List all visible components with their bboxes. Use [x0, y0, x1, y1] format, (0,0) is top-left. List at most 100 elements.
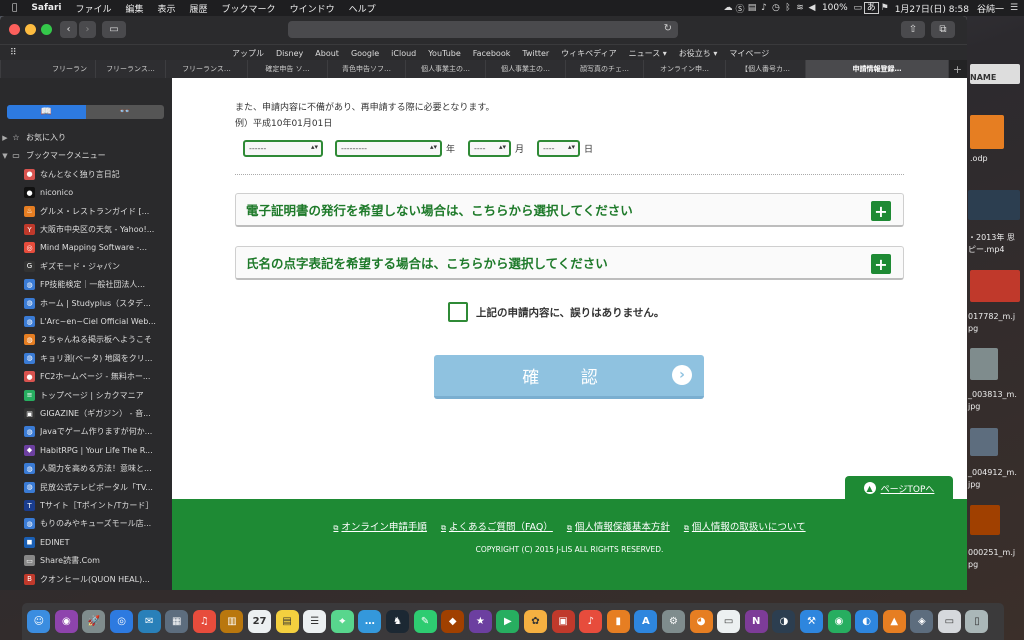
favorite-link[interactable]: ウィキペディア	[555, 48, 622, 59]
tab-7[interactable]: 顔写真のチェ…	[565, 60, 643, 78]
apple-menu[interactable]: 	[0, 3, 24, 13]
dock-messages-icon[interactable]: …	[358, 610, 382, 633]
bookmark-item[interactable]: ◍ ホーム | Studyplus（スタデ...	[0, 296, 172, 311]
share-button[interactable]: ⇧	[901, 21, 925, 38]
tabs-overview-button[interactable]: ⧉	[931, 21, 955, 38]
dock-facetime-icon[interactable]: ▶	[496, 610, 520, 633]
plus-icon[interactable]: +	[871, 254, 891, 274]
user-name[interactable]: 谷純一	[973, 2, 1008, 15]
bookmark-folder[interactable]: ▶ ☆ お気に入り	[0, 130, 172, 145]
braille-name-accordion[interactable]: 氏名の点字表記を希望する場合は、こちらから選択してください +	[235, 246, 904, 280]
dock-lion-icon[interactable]: ◆	[441, 610, 465, 633]
dock-music-icon[interactable]: ♫	[192, 610, 216, 633]
dock-launchpad-icon[interactable]: 🚀	[82, 610, 106, 633]
dock-reminders-icon[interactable]: ☰	[303, 610, 327, 633]
wifi-icon[interactable]: ≋	[794, 3, 806, 14]
bluetooth-icon[interactable]: ᛒ	[782, 3, 794, 14]
bookmark-item[interactable]: G ギズモード・ジャパン	[0, 259, 172, 274]
zoom-window-button[interactable]	[41, 24, 52, 35]
reload-icon[interactable]: ↻	[664, 23, 672, 34]
menu-item-bookmarks[interactable]: ブックマーク	[215, 2, 283, 15]
bookmark-item[interactable]: ◍ 民放公式テレビポータル「TV...	[0, 480, 172, 495]
tab-1[interactable]: フリーランス…	[95, 60, 165, 78]
clock[interactable]: 1月27日(日) 8:58	[891, 2, 973, 15]
list-icon[interactable]: ☰	[1008, 3, 1020, 14]
dock-trash-icon[interactable]: ▯	[965, 610, 989, 633]
bookmark-item[interactable]: ● FC2ホームページ - 無料ホー...	[0, 369, 172, 384]
bookmark-item[interactable]: ◆ HabitRPG | Your Life The R...	[0, 443, 172, 458]
new-tab-button[interactable]: +	[948, 60, 966, 78]
menu-item-file[interactable]: ファイル	[68, 2, 118, 15]
menu-item-window[interactable]: ウインドウ	[283, 2, 342, 15]
dock-chrome-icon[interactable]: ◉	[827, 610, 851, 633]
bookmark-item[interactable]: ◍ 人間力を高める方法！意味と...	[0, 461, 172, 476]
page-top-button[interactable]: ▲ ページTOPへ	[845, 476, 953, 500]
bookmark-item[interactable]: ◍ FP技能検定｜一般社団法人...	[0, 277, 172, 292]
desktop-thumb-2[interactable]	[970, 115, 1004, 149]
dock-photo-booth-icon[interactable]: ▣	[551, 610, 575, 633]
bell-icon[interactable]: ♪	[758, 3, 770, 14]
sidebar-toggle-button[interactable]: ▭	[102, 21, 126, 38]
dock-preview-icon[interactable]: ▦	[165, 610, 189, 633]
dock-finder-icon[interactable]: ☺	[27, 610, 51, 633]
dock-textedit-icon[interactable]: ▭	[717, 610, 741, 633]
tab-3[interactable]: 確定申告 ソ…	[247, 60, 327, 78]
tab-0[interactable]: フリーラン	[0, 60, 95, 78]
favorite-link[interactable]: Facebook	[467, 49, 517, 58]
dock-calendar-icon[interactable]: 27	[248, 610, 272, 633]
dock-evernote-icon[interactable]: ✎	[413, 610, 437, 633]
desktop-thumb-5[interactable]	[970, 348, 998, 380]
forward-button[interactable]: ›	[79, 21, 96, 38]
time-machine-icon[interactable]: ◷	[770, 3, 782, 14]
dock-notes-icon[interactable]: ▤	[275, 610, 299, 633]
bookmark-item[interactable]: Y 大阪市中央区の天気 - Yahoo!...	[0, 222, 172, 237]
favorite-link[interactable]: Google	[345, 49, 385, 58]
favorite-link[interactable]: Twitter	[516, 49, 555, 58]
dock-mail-bird-icon[interactable]: ✉	[137, 610, 161, 633]
day-select[interactable]: ---- ▴▾	[537, 140, 580, 157]
bookmark-folder[interactable]: ▼ ▭ ブックマークメニュー	[0, 148, 172, 163]
tab-10[interactable]: 申請情報登録…	[805, 60, 948, 78]
bookmark-item[interactable]: ◎ Mind Mapping Software -...	[0, 240, 172, 255]
confirm-checkbox-row[interactable]: 上記の申請内容に、誤りはありません。	[448, 302, 664, 322]
grid-icon[interactable]: ⠿	[10, 48, 17, 58]
bookmark-item[interactable]: ◼ EDINET	[0, 535, 172, 550]
menu-item-history[interactable]: 履歴	[183, 2, 215, 15]
favorite-link[interactable]: マイページ	[723, 48, 775, 59]
dock-contacts-icon[interactable]: ▥	[220, 610, 244, 633]
dock-appstore-icon[interactable]: A	[634, 610, 658, 633]
bookmark-item[interactable]: ● niconico	[0, 185, 172, 200]
bookmark-item[interactable]: T Tサイト［Tポイント/Tカード］	[0, 498, 172, 513]
dock-photos-icon[interactable]: ✿	[523, 610, 547, 633]
back-button[interactable]: ‹	[60, 21, 77, 38]
favorite-link[interactable]: お役立ち ▾	[673, 48, 724, 59]
minimize-window-button[interactable]	[25, 24, 36, 35]
bookmark-item[interactable]: ▣ GIGAZINE（ギガジン） - 音...	[0, 406, 172, 421]
tab-4[interactable]: 青色申告ソフ…	[327, 60, 405, 78]
close-window-button[interactable]	[9, 24, 20, 35]
dock-system-prefs-icon[interactable]: ⚙	[661, 610, 685, 633]
footer-link[interactable]: ⧉ 個人情報の取扱いについて	[684, 519, 806, 533]
era-select[interactable]: ------ ▴▾	[243, 140, 323, 157]
favorite-link[interactable]: ニュース ▾	[623, 48, 673, 59]
input-method[interactable]: あ	[863, 2, 879, 14]
footer-link[interactable]: ⧉ 個人情報保護基本方針	[567, 519, 670, 533]
desktop-thumb-6[interactable]	[970, 428, 998, 456]
bookmark-item[interactable]: ◍ Javaでゲーム作りますが何か...	[0, 424, 172, 439]
footer-link[interactable]: ⧉ よくあるご質問（FAQ）	[441, 519, 553, 533]
confirm-checkbox[interactable]	[448, 302, 468, 322]
dock-xcode-icon[interactable]: ⚒	[799, 610, 823, 633]
bookmark-item[interactable]: ≡ トップページ | シカクマニア	[0, 388, 172, 403]
dock-downloads-icon[interactable]: ▭	[937, 610, 961, 633]
s-app-icon[interactable]: Ⓢ	[734, 3, 746, 15]
month-select[interactable]: ---- ▴▾	[468, 140, 511, 157]
cloud-icon[interactable]: ☁	[722, 3, 734, 14]
bookmark-item[interactable]: ♨ グルメ・レストランガイド [...	[0, 204, 172, 219]
dock-imovie-icon[interactable]: ★	[468, 610, 492, 633]
dock-siri-icon[interactable]: ◉	[54, 610, 78, 633]
favorite-link[interactable]: About	[309, 49, 345, 58]
favorite-link[interactable]: YouTube	[422, 49, 467, 58]
reading-list-tab[interactable]: 👓	[86, 105, 165, 119]
desktop-thumb-7[interactable]	[970, 505, 1000, 535]
desktop-thumb-4[interactable]	[970, 270, 1020, 302]
